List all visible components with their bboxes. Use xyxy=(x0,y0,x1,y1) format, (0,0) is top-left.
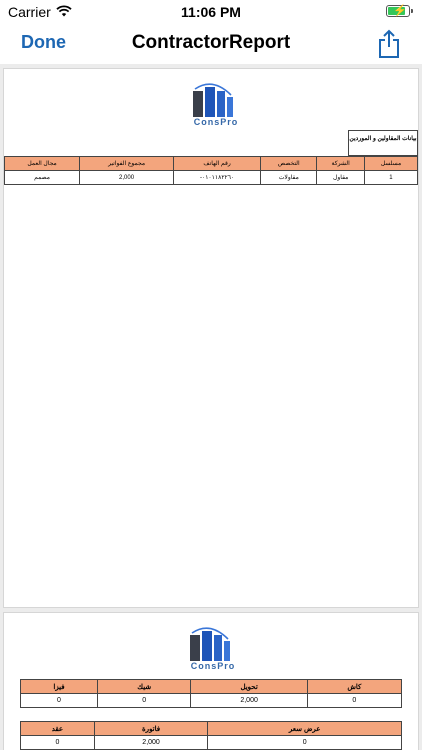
table-row: 0 2,000 0 xyxy=(20,735,402,750)
page-title: ContractorReport xyxy=(131,32,291,53)
building-logo-icon xyxy=(190,627,230,661)
payments-table: كاش تحويل شيك فيزا 0 2,000 0 0 xyxy=(19,679,403,708)
share-icon[interactable] xyxy=(378,29,400,59)
column-header: فاتورة xyxy=(93,721,209,736)
column-header: عرض سعر xyxy=(207,721,402,736)
report-page-1[interactable]: ConsPro بيانات المقاولين و الموردين مسلس… xyxy=(3,68,419,608)
column-header: كاش xyxy=(306,679,403,694)
column-header: عقد xyxy=(20,721,95,736)
table-cell: مقاولات xyxy=(260,170,318,185)
battery-icon: ⚡ xyxy=(386,5,413,17)
logo-text: ConsPro xyxy=(190,661,236,671)
table-header-row: كاش تحويل شيك فيزا xyxy=(19,679,403,694)
table-cell: ٠١٠١١٨٢٢٦٠- xyxy=(173,170,262,185)
clock: 11:06 PM xyxy=(181,4,241,20)
column-header: رقم الهاتف xyxy=(173,156,262,171)
table-cell: 0 xyxy=(306,693,403,708)
column-header: شيك xyxy=(97,679,192,694)
table-row: 1 مقاول مقاولات ٠١٠١١٨٢٢٦٠- 2,000 مصمم xyxy=(3,170,419,185)
column-header: مجموع الفواتير xyxy=(79,156,175,171)
report-page-2[interactable]: ConsPro كاش تحويل شيك فيزا 0 2,000 0 0 ع… xyxy=(3,612,419,750)
column-header: تحويل xyxy=(190,679,308,694)
column-header: التخصص xyxy=(260,156,318,171)
table-cell: 1 xyxy=(363,170,419,185)
table-cell: مصمم xyxy=(3,170,81,185)
table-cell: 0 xyxy=(20,735,95,750)
column-header: مسلسل xyxy=(363,156,419,171)
table-header-row: عرض سعر فاتورة عقد xyxy=(20,721,402,736)
status-bar: Carrier 11:06 PM ⚡ xyxy=(0,0,422,24)
logo-text: ConsPro xyxy=(193,117,239,127)
navigation-bar: Done ContractorReport xyxy=(0,24,422,64)
column-header: مجال العمل xyxy=(3,156,81,171)
contractors-table: مسلسل الشركة التخصص رقم الهاتف مجموع الف… xyxy=(3,156,419,185)
table-cell: 2,000 xyxy=(190,693,308,708)
table-row: 0 2,000 0 0 xyxy=(19,693,403,708)
table-cell: 0 xyxy=(97,693,192,708)
conspro-logo: ConsPro xyxy=(188,625,238,671)
documents-table: عرض سعر فاتورة عقد 0 2,000 0 xyxy=(20,721,402,750)
report-title: بيانات المقاولين و الموردين xyxy=(348,130,418,156)
column-header: الشركة xyxy=(316,156,365,171)
table-cell: 2,000 xyxy=(79,170,175,185)
building-logo-icon xyxy=(193,83,233,117)
table-cell: 2,000 xyxy=(93,735,209,750)
table-cell: مقاول xyxy=(316,170,365,185)
table-cell: 0 xyxy=(207,735,402,750)
column-header: فيزا xyxy=(19,679,99,694)
table-cell: 0 xyxy=(19,693,99,708)
conspro-logo: ConsPro xyxy=(191,81,241,127)
table-header-row: مسلسل الشركة التخصص رقم الهاتف مجموع الف… xyxy=(3,156,419,171)
